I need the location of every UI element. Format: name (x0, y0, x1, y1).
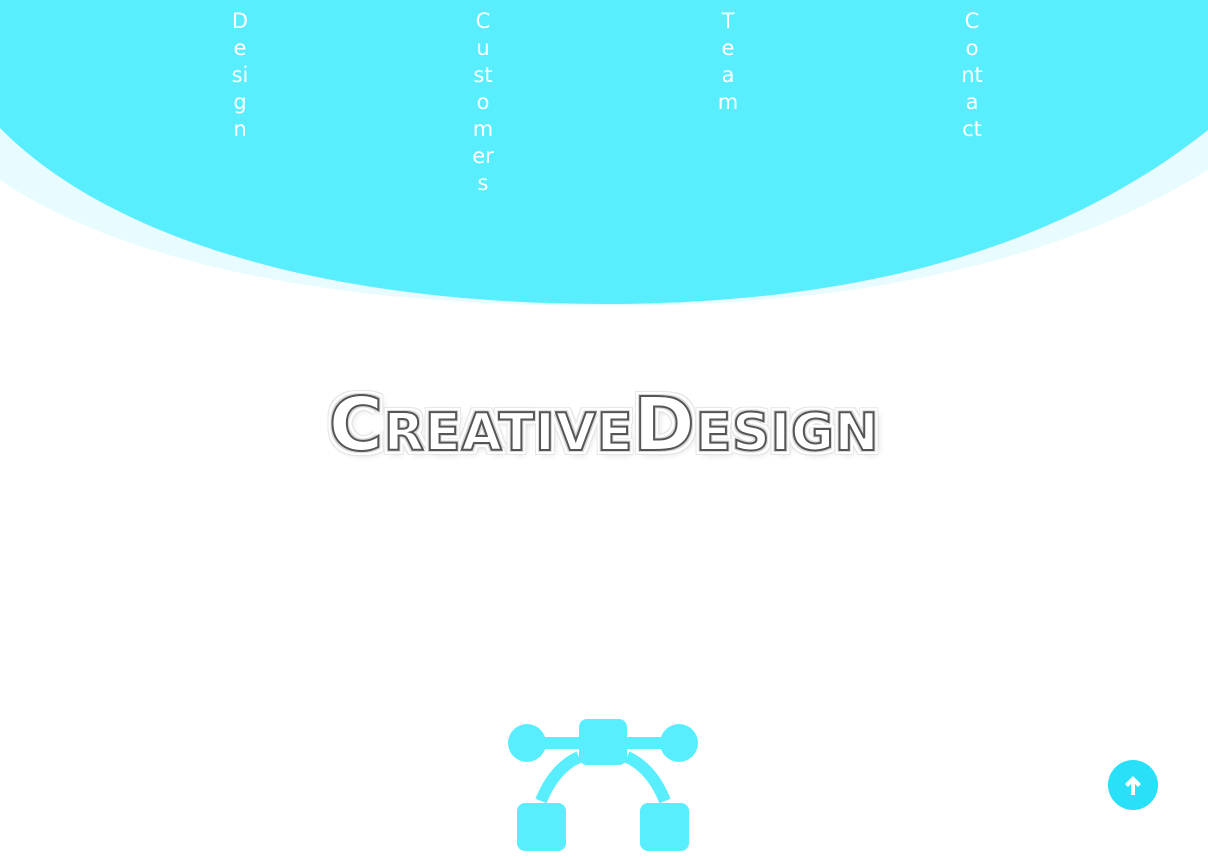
hero-title: CreativeDesign (328, 381, 880, 469)
scroll-to-top-button[interactable] (1108, 760, 1158, 810)
main-nav: Design Customers Team Contact (0, 8, 1208, 258)
nav-link-contact[interactable]: Contact (961, 8, 1001, 143)
nav-link-design[interactable]: Design (229, 8, 269, 143)
nav-link-customers[interactable]: Customers (472, 8, 512, 197)
nav-link-label: Team (717, 9, 739, 114)
vector-bezier-icon (508, 719, 698, 851)
nav-link-label: Customers (472, 9, 494, 195)
page: Design Customers Team Contact CreativeDe… (0, 0, 1208, 857)
nav-link-label: Contact (961, 9, 983, 141)
arrow-up-icon (1125, 776, 1141, 795)
nav-link-label: Design (231, 9, 249, 141)
nav-link-team[interactable]: Team (717, 8, 757, 116)
